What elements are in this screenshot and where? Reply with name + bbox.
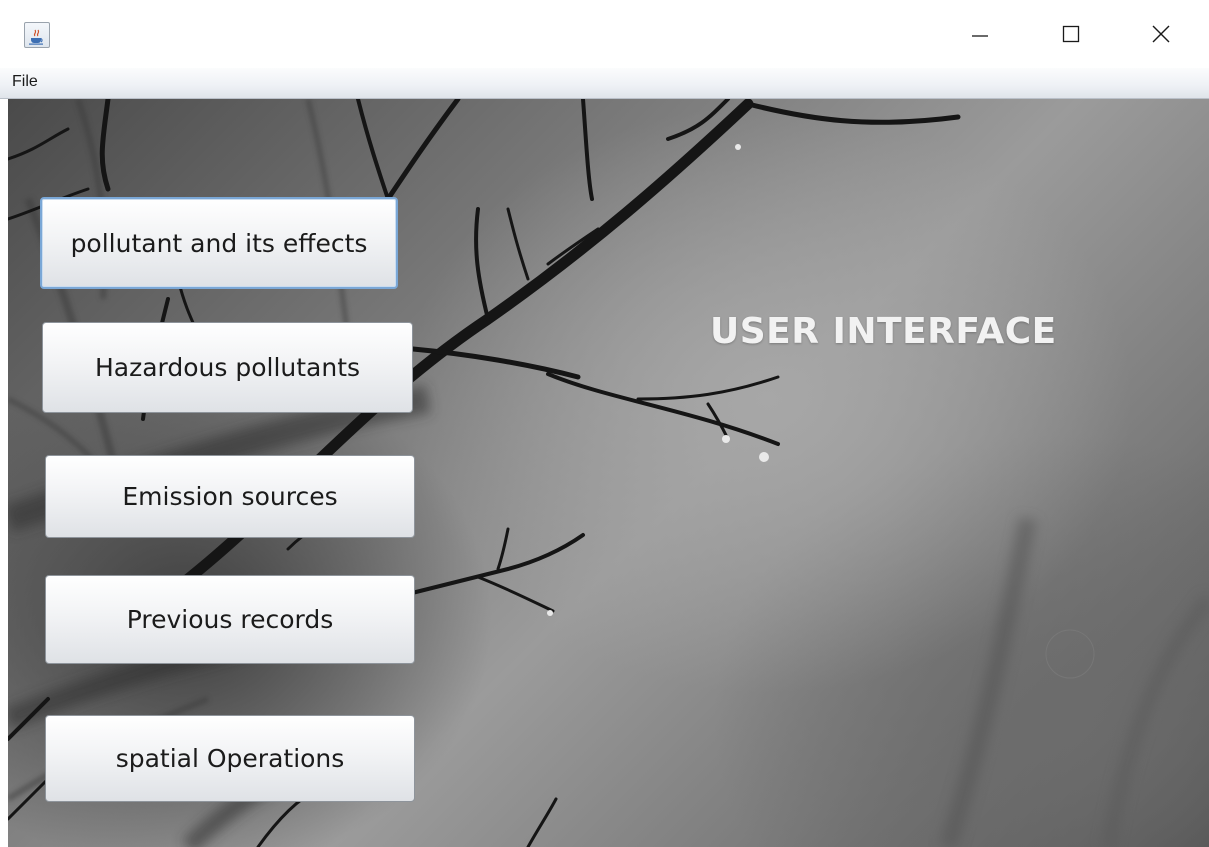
minimize-icon [972, 35, 988, 37]
emission-sources-button[interactable]: Emission sources [45, 455, 415, 538]
spatial-operations-button[interactable]: spatial Operations [45, 715, 415, 802]
title-bar[interactable] [0, 0, 1209, 68]
close-button[interactable] [1138, 14, 1184, 54]
content-panel: USER INTERFACE pollutant and its effects… [8, 99, 1209, 847]
application-window: File USER INTERFACE pollutant and its ef… [0, 0, 1209, 847]
close-icon [1152, 25, 1170, 43]
previous-records-button[interactable]: Previous records [45, 575, 415, 664]
pollutant-effects-button[interactable]: pollutant and its effects [40, 197, 398, 289]
menu-file[interactable]: File [10, 73, 40, 91]
java-cup-icon[interactable] [24, 22, 50, 48]
minimize-button[interactable] [957, 14, 1003, 54]
maximize-button[interactable] [1048, 14, 1094, 54]
menu-bar: File [0, 68, 1209, 99]
hazardous-pollutants-button[interactable]: Hazardous pollutants [42, 322, 413, 413]
page-title: USER INTERFACE [710, 311, 1057, 352]
maximize-icon [1062, 25, 1080, 43]
